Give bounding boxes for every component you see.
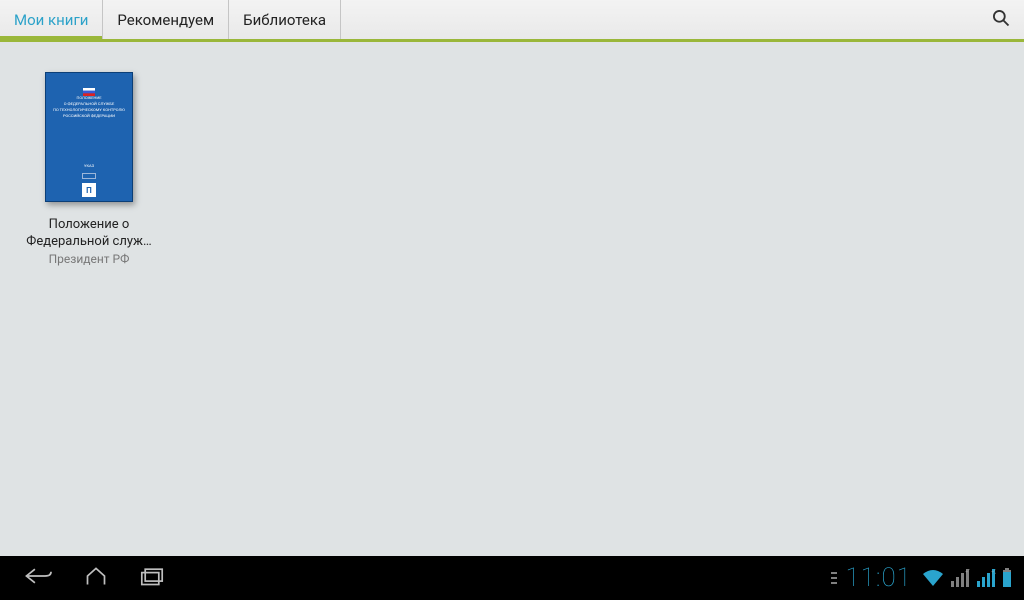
cover-badge — [82, 173, 96, 179]
book-cover: ПОЛОЖЕНИЕ О ФЕДЕРАЛЬНОЙ СЛУЖБЕ ПО ТЕХНОЛ… — [45, 72, 133, 202]
wifi-icon — [922, 568, 944, 588]
tab-label: Библиотека — [243, 11, 326, 29]
book-grid: ПОЛОЖЕНИЕ О ФЕДЕРАЛЬНОЙ СЛУЖБЕ ПО ТЕХНОЛ… — [24, 72, 1000, 266]
battery-icon — [1002, 568, 1012, 588]
cover-line: РОССИЙСКОЙ ФЕДЕРАЦИИ — [63, 113, 115, 119]
back-button[interactable] — [12, 564, 68, 592]
book-title: Положение о Федеральной служ… — [19, 216, 159, 250]
signal-icon-2: +2 — [976, 568, 996, 588]
book-item[interactable]: ПОЛОЖЕНИЕ О ФЕДЕРАЛЬНОЙ СЛУЖБЕ ПО ТЕХНОЛ… — [24, 72, 154, 266]
tabs-bar: Мои книги Рекомендуем Библиотека — [0, 0, 1024, 42]
android-navbar: 11:01 +1 +2 — [0, 556, 1024, 600]
home-button[interactable] — [68, 564, 124, 592]
tab-library[interactable]: Библиотека — [229, 0, 341, 39]
tab-my-books[interactable]: Мои книги — [0, 0, 103, 39]
recent-apps-icon — [135, 564, 169, 592]
clock: 11:01 — [845, 563, 912, 593]
recent-apps-button[interactable] — [124, 564, 180, 592]
flag-icon — [83, 81, 95, 89]
book-author: Президент РФ — [49, 252, 130, 266]
content-area: ПОЛОЖЕНИЕ О ФЕДЕРАЛЬНОЙ СЛУЖБЕ ПО ТЕХНОЛ… — [0, 42, 1024, 556]
status-area[interactable]: 11:01 +1 +2 — [829, 563, 1012, 593]
signal-icon: +1 — [950, 568, 970, 588]
tab-recommend[interactable]: Рекомендуем — [103, 0, 229, 39]
cover-line: УКАЗ — [84, 163, 94, 169]
search-button[interactable] — [978, 0, 1024, 39]
back-icon — [23, 564, 57, 592]
publisher-mark: П — [82, 183, 96, 197]
svg-text:+1: +1 — [965, 569, 970, 576]
settings-hint-icon — [829, 566, 839, 590]
tab-label: Рекомендуем — [117, 11, 214, 29]
home-icon — [79, 564, 113, 592]
svg-text:+2: +2 — [991, 569, 996, 576]
search-icon — [991, 8, 1011, 32]
tab-label: Мои книги — [14, 11, 88, 29]
